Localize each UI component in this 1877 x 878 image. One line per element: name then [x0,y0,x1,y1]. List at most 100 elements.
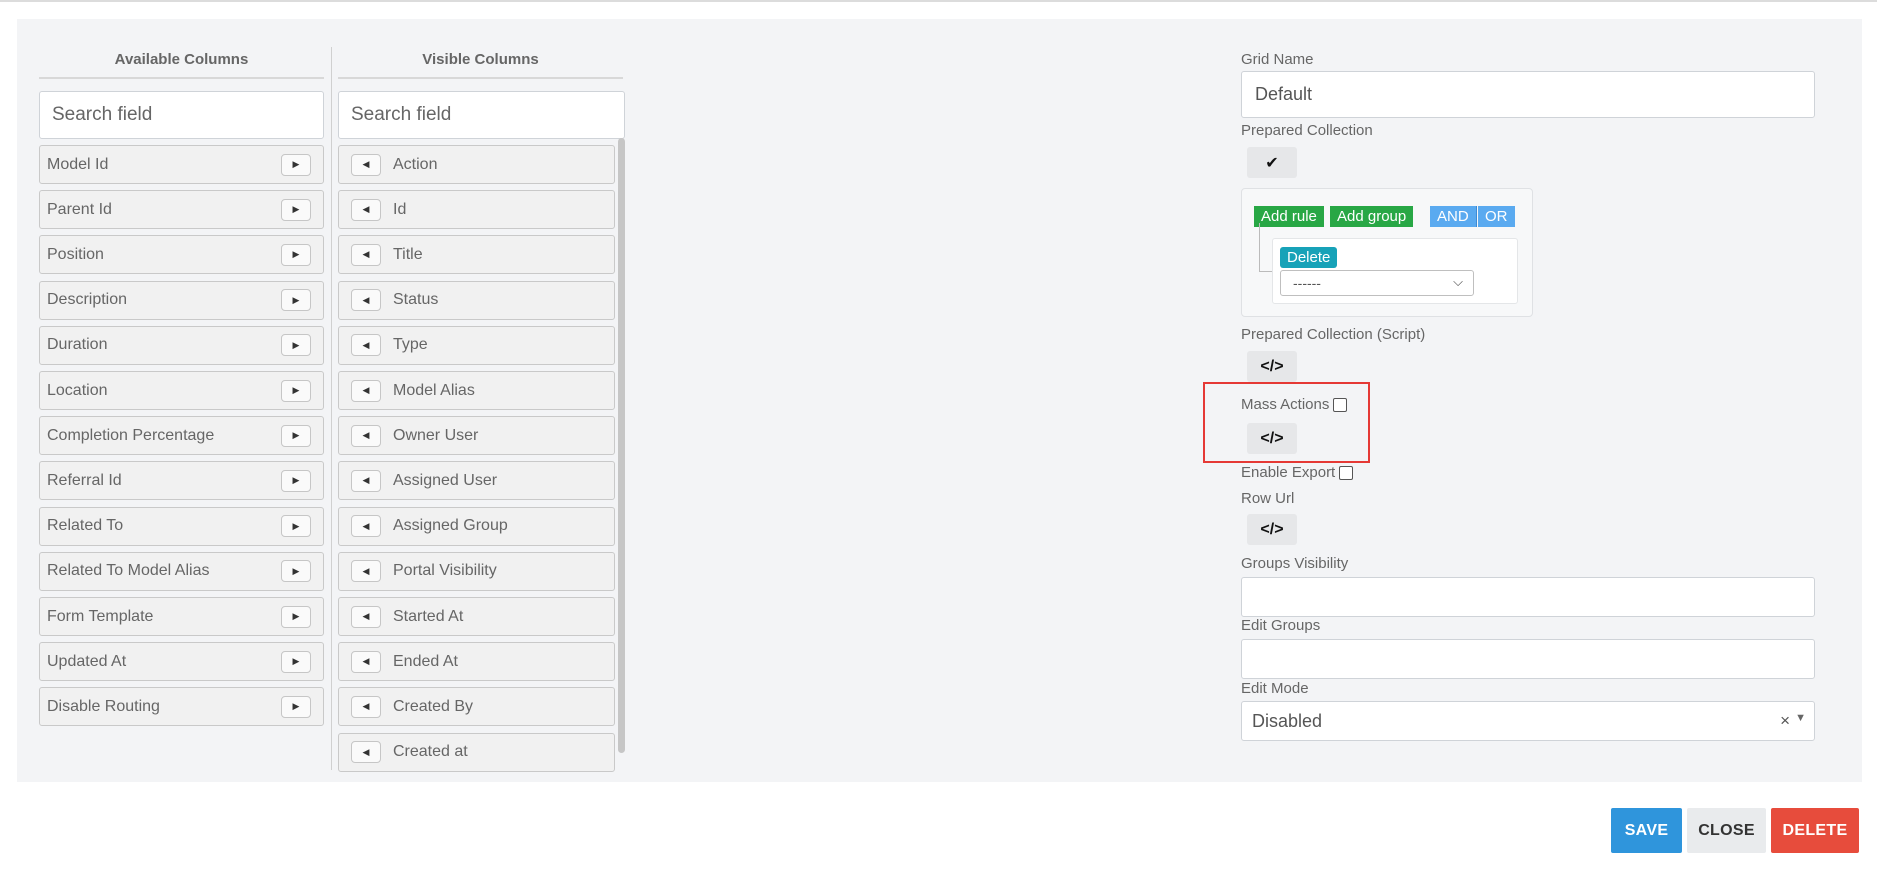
edit-groups-input[interactable] [1241,639,1815,679]
column-item[interactable]: ◀ Action [338,145,615,184]
column-item[interactable]: Description ▶ [39,280,324,320]
move-left-icon[interactable]: ◀ [351,560,381,583]
column-item[interactable]: Referral Id ▶ [39,461,324,501]
edit-groups-label: Edit Groups [1241,617,1321,634]
column-item[interactable]: Position ▶ [39,235,324,275]
column-item[interactable]: ◀ Ended At [338,642,615,682]
move-left-icon[interactable]: ◀ [351,650,381,673]
or-toggle[interactable]: OR [1478,206,1515,227]
move-left-icon[interactable]: ◀ [351,289,381,312]
save-button[interactable]: SAVE [1611,808,1682,853]
column-item[interactable]: ◀ Assigned User [338,461,615,501]
column-item[interactable]: Updated At ▶ [39,642,324,682]
move-right-icon[interactable]: ▶ [281,469,311,492]
column-item-label: Status [393,291,439,309]
row-url-script-button[interactable]: </> [1247,514,1297,545]
visible-columns-scrollbar[interactable] [618,138,625,753]
mass-actions-highlight [1203,382,1370,463]
column-item-label: Description [47,291,128,309]
column-item-label: Related To Model Alias [47,562,210,580]
move-right-icon[interactable]: ▶ [281,605,311,628]
and-toggle[interactable]: AND [1430,206,1477,227]
column-item[interactable]: Parent Id ▶ [39,190,324,230]
column-item[interactable]: Location ▶ [39,371,324,410]
column-item[interactable]: ◀ Portal Visibility [338,551,615,591]
prepared-collection-script-button[interactable]: </> [1247,351,1297,382]
add-rule-button[interactable]: Add rule [1254,206,1324,227]
visible-columns-search-input[interactable] [338,91,625,139]
rule-connector-branch [1259,271,1273,272]
edit-mode-label: Edit Mode [1241,680,1309,697]
column-item-label: Portal Visibility [393,562,497,580]
delete-rule-button[interactable]: Delete [1280,247,1338,268]
column-item[interactable]: Completion Percentage ▶ [39,416,324,456]
column-item[interactable]: ◀ Model Alias [338,371,615,410]
column-item-label: Position [47,245,104,263]
add-group-button[interactable]: Add group [1330,206,1414,227]
column-item[interactable]: Duration ▶ [39,325,324,365]
column-item[interactable]: ◀ Id [338,190,615,230]
top-border [0,0,1877,2]
grid-settings-panel: Available Columns Visible Columns Model … [17,19,1862,782]
column-item[interactable]: Related To ▶ [39,506,324,546]
column-item[interactable]: ◀ Title [338,235,615,275]
move-right-icon[interactable]: ▶ [281,424,311,447]
move-right-icon[interactable]: ▶ [281,334,311,357]
column-item[interactable]: ◀ Status [338,280,615,320]
column-item[interactable]: Form Template ▶ [39,597,324,636]
chevron-down-icon: ⌵ [1453,274,1463,289]
column-item-label: Assigned Group [393,517,508,535]
column-item-label: Owner User [393,426,479,444]
move-left-icon[interactable]: ◀ [351,605,381,628]
groups-visibility-label: Groups Visibility [1241,555,1349,572]
column-item-label: Updated At [47,652,127,670]
groups-visibility-input[interactable] [1241,577,1815,617]
move-right-icon[interactable]: ▶ [281,650,311,673]
grid-name-input[interactable] [1241,71,1815,118]
move-right-icon[interactable]: ▶ [281,289,311,312]
move-left-icon[interactable]: ◀ [351,379,381,402]
caret-down-icon: ▼ [1795,712,1806,724]
prepared-collection-label: Prepared Collection [1241,122,1373,139]
move-left-icon[interactable]: ◀ [351,469,381,492]
move-right-icon[interactable]: ▶ [281,243,311,266]
move-left-icon[interactable]: ◀ [351,695,381,718]
column-item[interactable]: ◀ Started At [338,597,615,636]
move-right-icon[interactable]: ▶ [281,515,311,538]
column-item[interactable]: ◀ Type [338,325,615,365]
move-left-icon[interactable]: ◀ [351,334,381,357]
prepared-collection-script-label: Prepared Collection (Script) [1241,326,1426,343]
edit-mode-value: Disabled [1252,710,1323,731]
move-right-icon[interactable]: ▶ [281,695,311,718]
column-item-label: Related To [47,517,124,535]
enable-export-checkbox[interactable] [1339,466,1354,481]
available-columns-search-input[interactable] [39,91,324,139]
prepared-collection-toggle-button[interactable]: ✔ [1247,147,1297,178]
clear-icon[interactable]: × [1780,711,1790,731]
column-item[interactable]: Related To Model Alias ▶ [39,551,324,591]
close-button[interactable]: CLOSE [1687,808,1766,853]
column-item-label: Created By [393,697,474,715]
move-right-icon[interactable]: ▶ [281,379,311,402]
row-url-label: Row Url [1241,490,1295,507]
move-left-icon[interactable]: ◀ [351,741,381,764]
column-item[interactable]: ◀ Created By [338,687,615,727]
column-item-label: Title [393,245,423,263]
delete-button[interactable]: DELETE [1771,808,1859,853]
move-right-icon[interactable]: ▶ [281,560,311,583]
move-left-icon[interactable]: ◀ [351,198,381,221]
column-item[interactable]: ◀ Owner User [338,416,615,456]
move-left-icon[interactable]: ◀ [351,424,381,447]
query-builder: Add rule Add group AND OR Delete ------ … [1241,188,1533,317]
edit-mode-select[interactable]: Disabled × ▼ [1241,701,1815,741]
column-item[interactable]: Disable Routing ▶ [39,687,324,727]
move-left-icon[interactable]: ◀ [351,153,381,176]
move-left-icon[interactable]: ◀ [351,243,381,266]
move-left-icon[interactable]: ◀ [351,515,381,538]
move-right-icon[interactable]: ▶ [281,198,311,221]
move-right-icon[interactable]: ▶ [281,153,311,176]
column-item[interactable]: ◀ Assigned Group [338,506,615,546]
column-item[interactable]: ◀ Created at [338,732,615,772]
column-item[interactable]: Model Id ▶ [39,145,324,184]
rule-field-select[interactable]: ------ ⌵ [1280,270,1474,296]
